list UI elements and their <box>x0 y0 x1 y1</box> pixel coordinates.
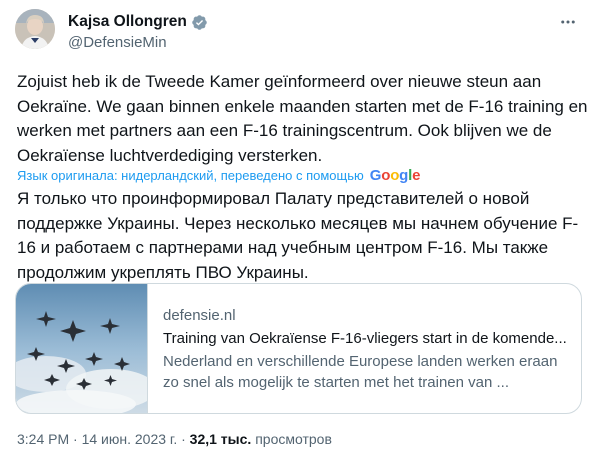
display-name[interactable]: Kajsa Ollongren <box>68 13 187 31</box>
card-title: Training van Oekraïense F-16-vliegers st… <box>163 330 567 347</box>
translated-text: Я только что проинформировал Палату пред… <box>17 189 579 282</box>
user-handle[interactable]: @DefensieMin <box>68 34 208 51</box>
google-logo: Google <box>369 167 421 184</box>
tweet-header: Kajsa Ollongren @DefensieMin <box>15 9 587 53</box>
translation-notice-text: Язык оригинала: нидерландский, переведен… <box>17 168 364 183</box>
link-preview-card[interactable]: defensie.nl Training van Oekraïense F-16… <box>15 283 582 414</box>
more-options-icon[interactable] <box>557 11 579 33</box>
meta-separator: · <box>73 431 78 447</box>
card-domain: defensie.nl <box>163 307 236 324</box>
views-label: просмотров <box>255 431 332 447</box>
tweet-time[interactable]: 3:24 PM <box>17 431 69 447</box>
card-thumbnail <box>16 284 148 413</box>
tweet-meta: 3:24 PM · 14 июн. 2023 г. · 32,1 тыс. пр… <box>17 431 332 447</box>
verified-badge-icon <box>191 14 208 31</box>
card-description: Nederland en verschillende Europese land… <box>163 353 558 391</box>
avatar[interactable] <box>15 9 55 49</box>
views-count: 32,1 тыс. <box>189 431 252 447</box>
meta-separator-2: · <box>181 431 186 447</box>
translation-notice[interactable]: Язык оригинала: нидерландский, переведен… <box>17 167 420 184</box>
tweet-text: Zojuist heb ik de Tweede Kamer geïnforme… <box>17 72 588 165</box>
tweet-date[interactable]: 14 июн. 2023 г. <box>82 431 178 447</box>
